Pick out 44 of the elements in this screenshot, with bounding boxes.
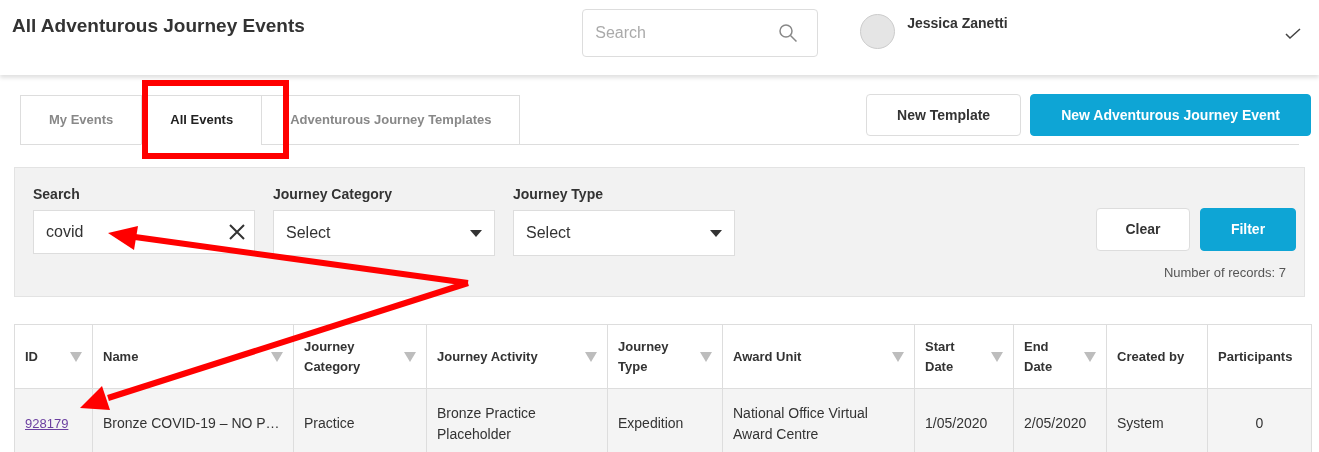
- field-label: Journey Category: [273, 185, 394, 204]
- select-field[interactable]: Select: [513, 210, 735, 256]
- field-label: Search: [33, 185, 81, 204]
- select-field[interactable]: Select: [273, 210, 495, 256]
- secondary-button[interactable]: New Template: [866, 94, 1022, 136]
- search-icon[interactable]: [778, 23, 799, 43]
- user-name: Jessica Zanetti: [907, 14, 1008, 33]
- column-header[interactable]: Award Unit: [733, 346, 802, 367]
- record-count: Number of records: 7: [1163, 264, 1286, 282]
- sort-icon[interactable]: [404, 351, 416, 362]
- table-cell: National Office Virtual Award Centre: [733, 404, 868, 442]
- tab[interactable]: My Events: [20, 95, 143, 145]
- table-cell: Expedition: [618, 415, 684, 431]
- column-header[interactable]: End Date: [1024, 337, 1053, 376]
- check-icon[interactable]: [1285, 28, 1301, 40]
- table-cell: 0: [1255, 415, 1264, 431]
- column-header[interactable]: Journey Activity: [437, 346, 538, 367]
- sort-icon[interactable]: [1084, 351, 1096, 362]
- search-field[interactable]: Search: [582, 9, 819, 57]
- caret-icon: [470, 229, 482, 237]
- table-cell: Bronze COVID-19 – NO P…: [103, 415, 280, 431]
- sort-icon[interactable]: [70, 351, 82, 362]
- sort-icon[interactable]: [700, 351, 712, 362]
- table-cell: Practice: [304, 415, 355, 431]
- sort-icon[interactable]: [271, 351, 283, 362]
- page-title: All Adventurous Journey Events: [12, 14, 305, 38]
- tab[interactable]: Adventurous Journey Templates: [261, 95, 521, 145]
- avatar[interactable]: [860, 14, 896, 49]
- secondary-button[interactable]: Clear: [1096, 208, 1190, 251]
- sort-icon[interactable]: [991, 351, 1003, 362]
- column-header[interactable]: Name: [103, 346, 139, 367]
- table-cell: 1/05/2020: [925, 415, 988, 431]
- event-id-link[interactable]: 928179: [25, 416, 69, 431]
- table-cell: 2/05/2020: [1024, 415, 1087, 431]
- table-cell: Bronze Practice Placeholder: [437, 404, 536, 442]
- clear-icon[interactable]: [229, 224, 245, 240]
- column-header[interactable]: ID: [25, 346, 38, 367]
- tab[interactable]: All Events: [141, 95, 263, 145]
- sort-icon[interactable]: [892, 351, 904, 362]
- sort-icon[interactable]: [585, 351, 597, 362]
- caret-icon: [710, 229, 722, 237]
- table-cell: System: [1117, 415, 1164, 431]
- field-label: Journey Type: [513, 185, 604, 204]
- column-header[interactable]: Start Date: [925, 337, 955, 376]
